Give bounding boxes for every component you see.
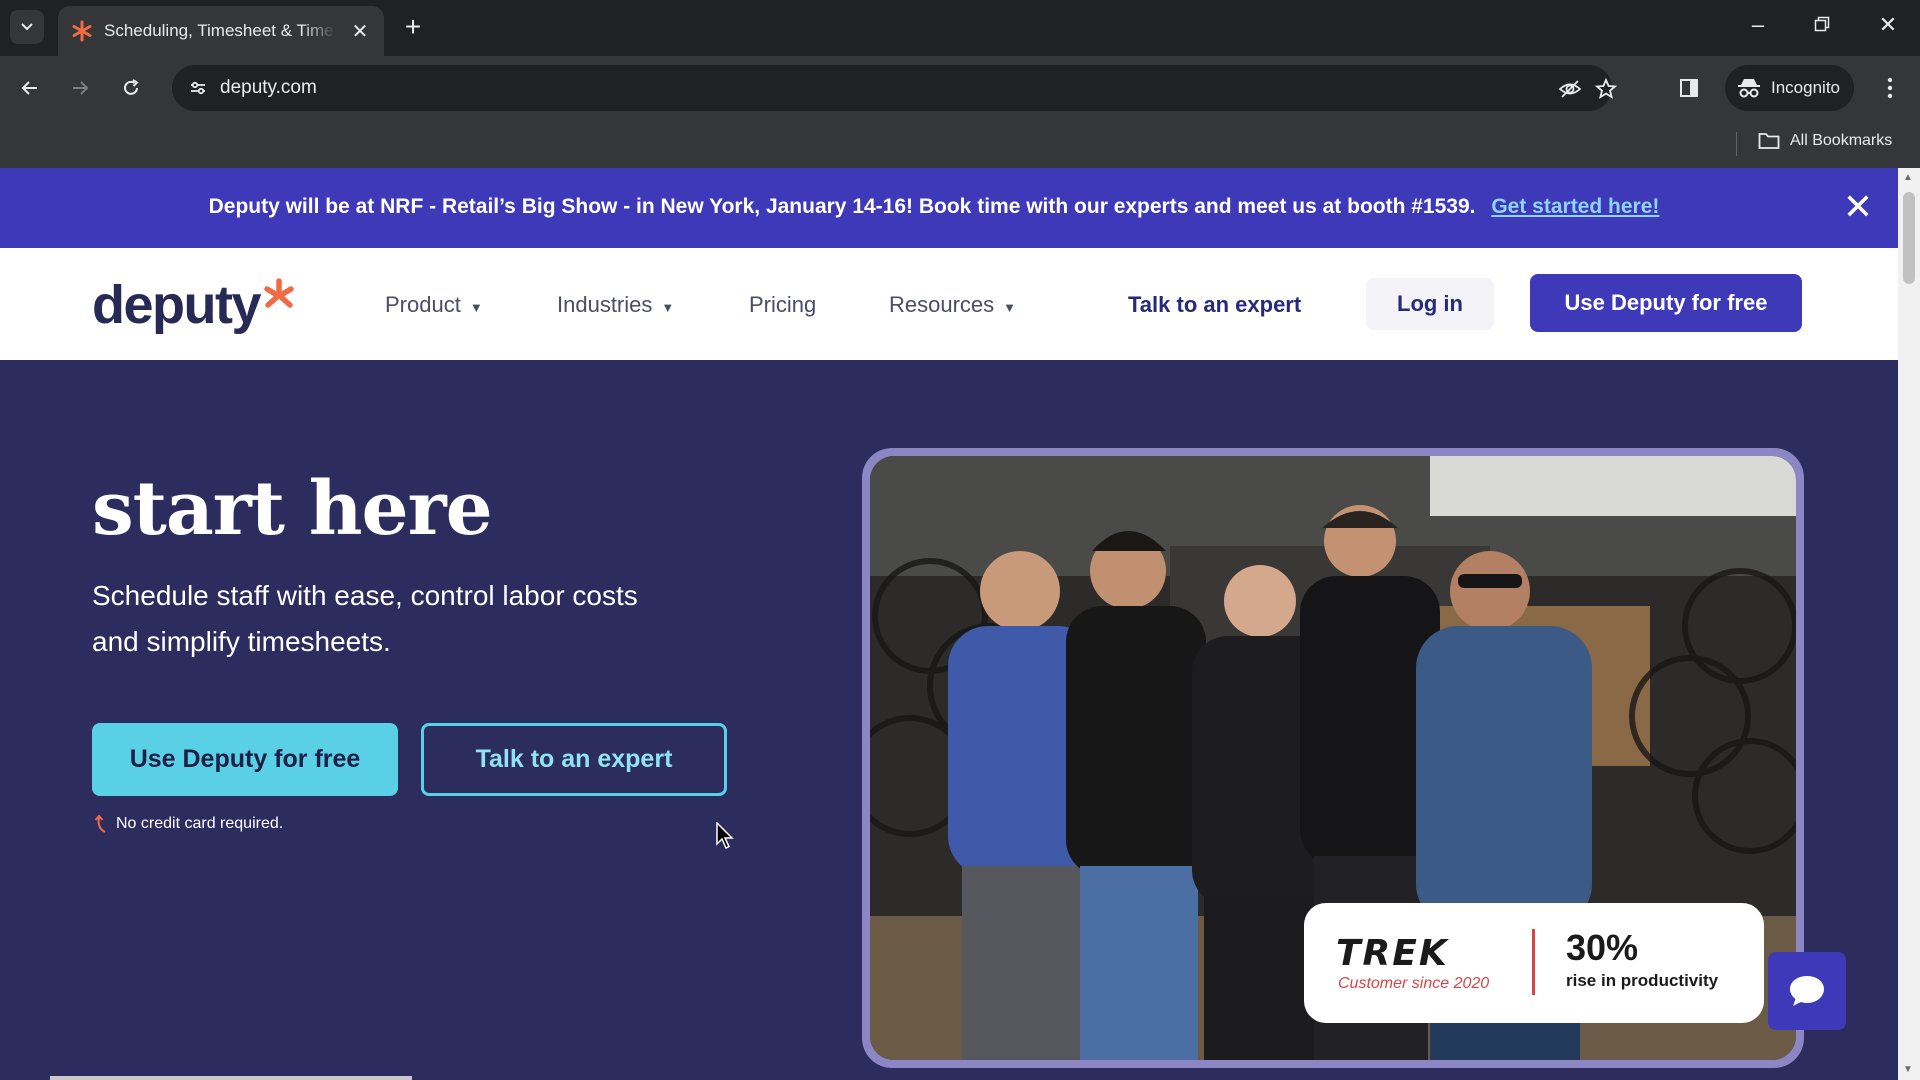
nav-product-label: Product (385, 292, 461, 317)
scroll-up-icon[interactable]: ▲ (1903, 172, 1913, 183)
url-text: deputy.com (220, 77, 317, 98)
scroll-down-icon[interactable]: ▼ (1903, 1064, 1913, 1075)
mouse-cursor-icon (716, 822, 734, 850)
browser-tab[interactable]: Scheduling, Timesheet & Time Clock ✕ (58, 6, 384, 56)
minimize-icon[interactable]: – (1742, 12, 1774, 38)
restore-icon[interactable] (1806, 12, 1838, 38)
chat-bubble-icon (1790, 976, 1824, 1006)
nav-product[interactable]: Product ▼ (385, 292, 483, 318)
stat-divider (1532, 929, 1535, 995)
incognito-label: Incognito (1771, 78, 1840, 97)
bookmarks-separator (1736, 132, 1737, 156)
stat-label: rise in productivity (1566, 971, 1719, 990)
all-bookmarks-label: All Bookmarks (1790, 132, 1893, 149)
logo-wordmark: deputy (92, 275, 262, 335)
customer-since-text: Customer since 2020 (1338, 975, 1490, 992)
site-info-icon[interactable] (186, 76, 210, 100)
tab-search-button[interactable] (10, 10, 44, 44)
horizontal-scroll-indicator (50, 1076, 412, 1080)
incognito-indicator[interactable]: Incognito (1725, 65, 1854, 111)
banner-close-icon[interactable]: ✕ (1840, 189, 1876, 226)
chat-widget-button[interactable] (1768, 952, 1846, 1030)
header-use-deputy-free-button[interactable]: Use Deputy for free (1530, 274, 1802, 332)
new-tab-button[interactable]: + (398, 12, 428, 42)
banner-text: Deputy will be at NRF - Retail’s Big Sho… (208, 195, 1476, 218)
browser-toolbar: deputy.com Incognito (0, 56, 1920, 120)
caret-down-icon: ▼ (661, 299, 675, 315)
hero-use-deputy-free-button[interactable]: Use Deputy for free (92, 723, 398, 796)
chevron-down-icon (21, 23, 33, 31)
tab-title: Scheduling, Timesheet & Time Clock (104, 21, 336, 40)
caret-down-icon: ▼ (469, 299, 483, 315)
hero-talk-to-expert-button[interactable]: Talk to an expert (421, 723, 727, 796)
header-talk-to-expert-link[interactable]: Talk to an expert (1128, 292, 1301, 318)
nav-pricing-label: Pricing (749, 292, 817, 317)
hero-subtitle: Schedule staff with ease, control labor … (92, 580, 638, 657)
browser-tabstrip: Scheduling, Timesheet & Time Clock ✕ + –… (0, 0, 1920, 56)
all-bookmarks-button[interactable]: All Bookmarks (1758, 132, 1892, 150)
banner-get-started-link[interactable]: Get started here! (1491, 195, 1659, 218)
scrollbar-thumb[interactable] (1903, 192, 1915, 284)
no-credit-card-text: No credit card required. (116, 815, 284, 832)
close-tab-icon[interactable]: ✕ (348, 19, 372, 44)
nav-industries-label: Industries (557, 292, 653, 317)
nav-resources[interactable]: Resources ▼ (889, 292, 1016, 318)
incognito-icon (1738, 79, 1760, 98)
deputy-asterisk-icon (264, 278, 294, 308)
nav-industries[interactable]: Industries ▼ (557, 292, 674, 318)
curved-arrow-icon (94, 814, 106, 833)
deputy-logo[interactable]: deputy (92, 274, 296, 336)
nav-resources-label: Resources (889, 292, 995, 317)
customer-stat-card: TREK Customer since 2020 30% rise in pro… (1304, 903, 1764, 1023)
login-button[interactable]: Log in (1366, 278, 1494, 330)
eye-off-icon[interactable] (1556, 75, 1584, 103)
page-viewport: Deputy will be at NRF - Retail’s Big Sho… (0, 168, 1898, 1080)
trek-logo: TREK (1336, 933, 1449, 974)
page-scrollbar[interactable]: ▲ ▼ (1898, 168, 1920, 1080)
bookmarks-bar: All Bookmarks (0, 120, 1920, 168)
nav-pricing[interactable]: Pricing (749, 292, 816, 318)
no-credit-card-note: No credit card required. (94, 814, 283, 834)
bookmark-star-icon[interactable] (1592, 75, 1620, 103)
banner-message: Deputy will be at NRF - Retail’s Big Sho… (0, 195, 1898, 219)
back-icon[interactable] (14, 72, 46, 104)
side-panel-icon[interactable] (1673, 72, 1705, 104)
browser-menu-icon[interactable] (1874, 72, 1906, 104)
close-window-icon[interactable]: ✕ (1872, 12, 1904, 38)
deputy-favicon-icon (70, 19, 94, 43)
forward-icon[interactable] (64, 72, 96, 104)
folder-icon (1758, 133, 1780, 149)
announcement-banner: Deputy will be at NRF - Retail’s Big Sho… (0, 168, 1898, 248)
reload-icon[interactable] (115, 72, 147, 104)
caret-down-icon: ▼ (1003, 299, 1017, 315)
stat-value: 30% (1566, 927, 1639, 968)
hero-title: start here (92, 466, 493, 552)
site-header: deputy Product ▼ Industries ▼ Pricing Re… (0, 248, 1898, 360)
address-bar[interactable]: deputy.com (172, 65, 1618, 111)
